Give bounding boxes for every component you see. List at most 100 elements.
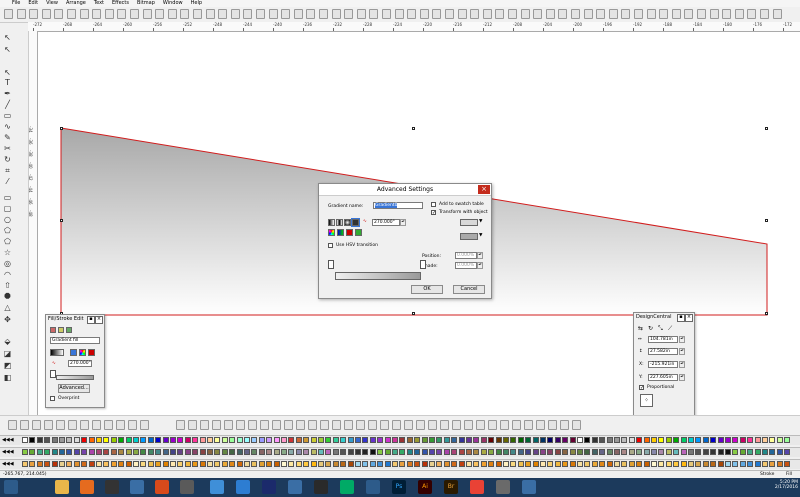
- color-swatch[interactable]: [214, 461, 221, 467]
- color-swatch[interactable]: [295, 437, 302, 443]
- line-tool-icon[interactable]: ╱: [3, 100, 12, 109]
- photoshop-icon[interactable]: Ps: [392, 480, 406, 494]
- toolbar-button-icon[interactable]: [634, 9, 643, 19]
- menu-bitmap[interactable]: Bitmap: [137, 0, 155, 7]
- toolbar-button-icon[interactable]: [482, 9, 492, 19]
- color-swatch[interactable]: [710, 449, 717, 455]
- toolbar-button-icon[interactable]: [772, 9, 782, 19]
- proportional-checkbox[interactable]: ✓: [639, 385, 644, 391]
- selection-handle[interactable]: [60, 127, 63, 130]
- color-swatch[interactable]: [732, 461, 739, 467]
- color-swatch[interactable]: [199, 449, 206, 455]
- tool-button-icon[interactable]: [116, 420, 125, 430]
- app-icon[interactable]: [210, 480, 224, 494]
- color-swatch[interactable]: [281, 461, 287, 467]
- toolbar-button-icon[interactable]: [545, 9, 555, 19]
- color-swatch[interactable]: [88, 449, 95, 455]
- color-swatch[interactable]: [458, 437, 465, 443]
- color-swatch[interactable]: [466, 461, 472, 467]
- scale-icon[interactable]: ⤡: [658, 325, 663, 333]
- color-swatch[interactable]: [377, 449, 384, 455]
- pen-tool-icon[interactable]: ✒: [3, 89, 12, 98]
- arc-tool-icon[interactable]: ◠: [3, 270, 12, 279]
- app-icon[interactable]: [155, 480, 169, 494]
- pentagon-tool-icon[interactable]: ⬠: [3, 237, 12, 246]
- toolbar-button-icon[interactable]: [331, 9, 341, 19]
- stroke-icon[interactable]: [58, 327, 64, 333]
- color-swatch[interactable]: [377, 461, 384, 467]
- color-swatch[interactable]: [170, 461, 176, 467]
- color-swatch[interactable]: [51, 449, 58, 455]
- color-swatch[interactable]: [125, 461, 132, 467]
- color-swatch[interactable]: [192, 449, 199, 455]
- color-swatch[interactable]: [332, 449, 339, 455]
- color-swatch[interactable]: [436, 449, 443, 455]
- color-swatch[interactable]: [665, 437, 672, 443]
- toolbar-button-icon[interactable]: [394, 9, 404, 19]
- color-swatch[interactable]: [614, 449, 620, 455]
- color-swatch[interactable]: [532, 449, 539, 455]
- color-swatch[interactable]: [140, 461, 147, 467]
- toolbar-button-icon[interactable]: [382, 9, 391, 19]
- color-swatch[interactable]: [651, 437, 657, 443]
- gradient-preview-bar[interactable]: [56, 375, 94, 380]
- toolbar-button-icon[interactable]: [571, 9, 580, 19]
- blend-colors-icon[interactable]: [337, 229, 344, 236]
- toolbar-button-icon[interactable]: [419, 9, 429, 19]
- toolbar-button-icon[interactable]: [54, 9, 64, 19]
- toolbar-button-icon[interactable]: [709, 9, 719, 19]
- color-swatch[interactable]: [532, 461, 539, 467]
- color-swatch[interactable]: [133, 461, 139, 467]
- color-swatch[interactable]: [621, 461, 628, 467]
- color-swatch[interactable]: [762, 461, 768, 467]
- color-swatch[interactable]: [754, 449, 761, 455]
- color-swatch[interactable]: [88, 461, 95, 467]
- tool-button-icon[interactable]: [20, 420, 29, 430]
- close-icon[interactable]: ×: [95, 316, 103, 324]
- color-swatch[interactable]: [495, 449, 502, 455]
- color-swatch[interactable]: [125, 449, 132, 455]
- tool-button-icon[interactable]: [212, 420, 221, 430]
- color-swatch[interactable]: [665, 449, 672, 455]
- color-swatch[interactable]: [51, 461, 58, 467]
- gradient-stop-left[interactable]: [328, 260, 334, 269]
- color-swatch[interactable]: [266, 449, 273, 455]
- tool-button-icon[interactable]: [176, 420, 185, 430]
- color-swatch[interactable]: [369, 437, 376, 443]
- toolbar-button-icon[interactable]: [180, 9, 190, 19]
- tool-button-icon[interactable]: [392, 420, 401, 430]
- app-icon[interactable]: [340, 480, 354, 494]
- color-swatch[interactable]: [621, 437, 628, 443]
- menu-edit[interactable]: Edit: [28, 0, 38, 7]
- color-swatch[interactable]: [451, 437, 458, 443]
- gradient-stop-right[interactable]: [420, 260, 426, 269]
- toolbar-button-icon[interactable]: [533, 9, 543, 19]
- crop-tool-icon[interactable]: ⌗: [3, 166, 12, 175]
- color-swatch[interactable]: [392, 449, 398, 455]
- color-swatch[interactable]: [569, 449, 576, 455]
- octagon-tool-icon[interactable]: ⯃: [3, 292, 12, 301]
- toolbar-button-icon[interactable]: [608, 9, 618, 19]
- toolbar-button-icon[interactable]: [621, 9, 631, 19]
- text-tool-icon[interactable]: T: [3, 78, 12, 87]
- color-swatch[interactable]: [614, 461, 620, 467]
- color-swatch[interactable]: [554, 449, 561, 455]
- color-swatch[interactable]: [377, 437, 384, 443]
- tool-button-icon[interactable]: [404, 420, 413, 430]
- clock[interactable]: 5:20 PM 2/17/2016: [772, 480, 798, 490]
- tool-button-icon[interactable]: [248, 420, 257, 430]
- color-swatch[interactable]: [628, 461, 635, 467]
- color-swatch[interactable]: [22, 449, 28, 455]
- color-swatch[interactable]: [325, 461, 332, 467]
- color-swatch[interactable]: [421, 449, 428, 455]
- tool-button-icon[interactable]: [296, 420, 305, 430]
- pin-icon[interactable]: ▪: [87, 316, 95, 324]
- color-swatch[interactable]: [244, 449, 250, 455]
- color-swatch[interactable]: [325, 449, 332, 455]
- color-swatch[interactable]: [665, 461, 672, 467]
- color-swatch[interactable]: [717, 437, 724, 443]
- toolbar-button-icon[interactable]: [760, 9, 769, 19]
- color-swatch[interactable]: [480, 449, 487, 455]
- color-swatch[interactable]: [577, 437, 583, 443]
- color-swatch[interactable]: [540, 437, 546, 443]
